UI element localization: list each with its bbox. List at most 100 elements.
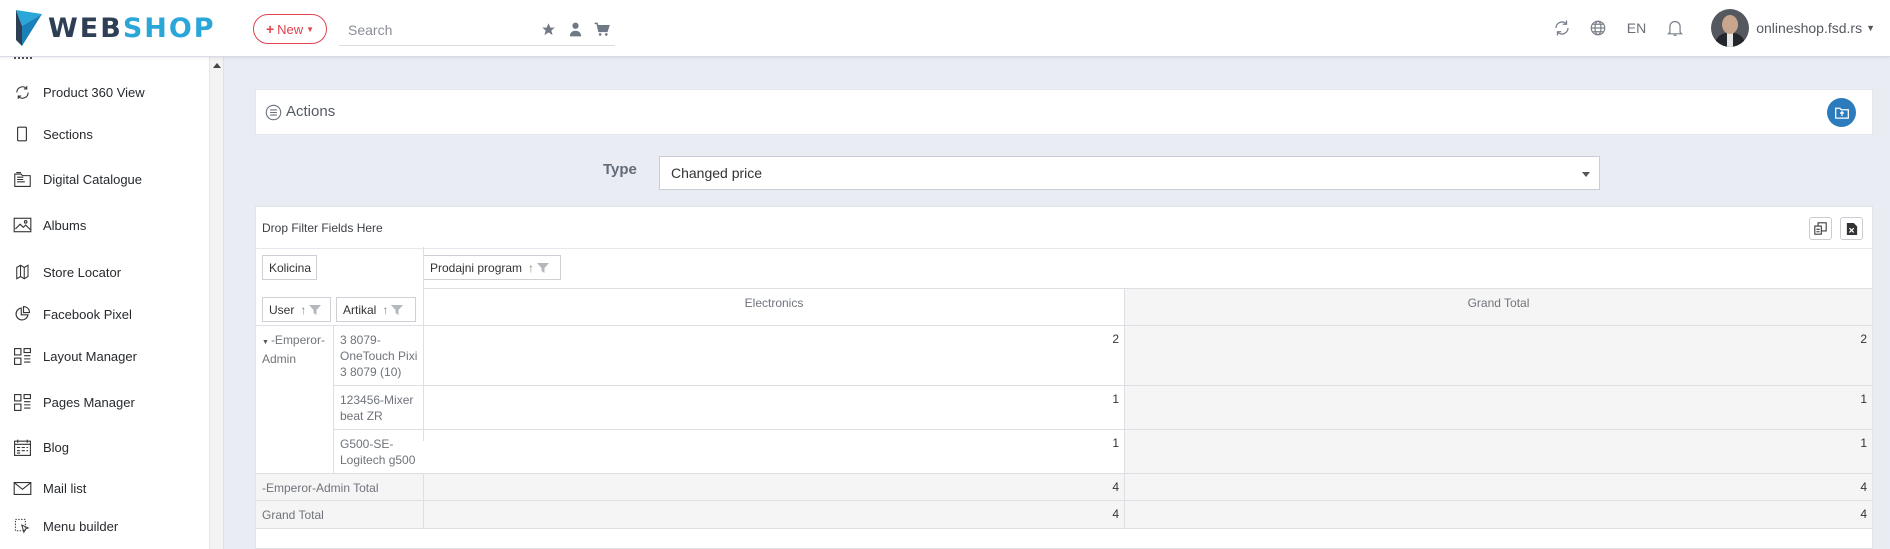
sidebar-item-store-locator[interactable]: Store Locator	[0, 260, 205, 284]
sidebar-item-digital-catalogue[interactable]: Digital Catalogue	[0, 167, 205, 191]
search-bar	[339, 14, 615, 46]
sidebar-item-label: Mail list	[43, 480, 87, 496]
sidebar-item-menu-builder[interactable]: Menu builder	[0, 514, 205, 538]
sidebar-item-mail-list[interactable]: Mail list	[0, 476, 205, 500]
column-header-electronics: Electronics	[744, 296, 804, 310]
field-chooser-button[interactable]	[1809, 217, 1832, 240]
row-group-label[interactable]: ▼ -Emperor-Admin	[256, 326, 334, 473]
sidebar: Product 360 View Sections Digital Catalo…	[0, 57, 224, 549]
webshop-logo[interactable]: WEBSHOP	[16, 10, 216, 46]
plus-icon: +	[265, 21, 275, 37]
new-button[interactable]: + New ▼	[253, 14, 327, 44]
field-chooser-icon	[1814, 222, 1827, 235]
layout-icon	[12, 346, 32, 366]
logo-text: WEBSHOP	[48, 12, 216, 44]
column-header-grand-total: Grand Total	[1124, 289, 1872, 325]
group-total-label: -Emperor-Admin Total	[256, 474, 423, 500]
table-row-artikal: 123456-Mixer beat ZR	[340, 393, 414, 423]
table-cell-electronics: 1	[1112, 392, 1119, 406]
rotate-icon	[12, 82, 32, 102]
filter-drop-area[interactable]: Drop Filter Fields Here	[256, 207, 1872, 249]
grand-total-total: 4	[1124, 501, 1872, 528]
header-right-tools: EN onlineshop.fsd.rs ▼	[1544, 0, 1890, 56]
language-selector[interactable]: EN	[1627, 20, 1646, 36]
filter-icon[interactable]	[537, 262, 550, 273]
map-pin-icon	[12, 262, 32, 282]
sidebar-item-label: Facebook Pixel	[43, 306, 132, 322]
avatar[interactable]	[1711, 9, 1750, 47]
table-row-artikal: 3 8079-OneTouch Pixi 3 8079 (10)	[340, 333, 418, 379]
image-icon	[12, 215, 32, 235]
export-excel-button[interactable]	[1840, 217, 1863, 240]
sort-arrow-icon[interactable]: ↑	[382, 303, 388, 317]
sidebar-item-albums[interactable]: Albums	[0, 213, 205, 237]
search-input[interactable]	[339, 21, 529, 38]
sidebar-item-label: Menu builder	[43, 518, 119, 534]
actions-panel-header: Actions	[255, 89, 1873, 135]
row-field-label: User	[269, 302, 295, 317]
sidebar-item-layout-manager[interactable]: Layout Manager	[0, 344, 205, 368]
bell-icon[interactable]	[1665, 18, 1685, 38]
data-field-chip[interactable]: Kolicina	[262, 255, 317, 280]
column-field-chip[interactable]: Prodajni program ↑	[423, 255, 561, 280]
sidebar-item-product-360-view[interactable]: Product 360 View	[0, 80, 205, 104]
sort-arrow-icon[interactable]: ↑	[300, 303, 306, 317]
table-cell-total: 1	[1124, 430, 1872, 473]
filter-icon[interactable]	[391, 304, 404, 315]
sidebar-scrollbar[interactable]	[209, 57, 223, 549]
sidebar-item-label: Pages Manager	[43, 394, 135, 410]
actions-title: Actions	[286, 103, 336, 120]
row-field-chip-artikal[interactable]: Artikal ↑	[336, 297, 416, 322]
sidebar-item-label: Digital Catalogue	[43, 171, 143, 187]
sidebar-item-label: Store Locator	[43, 264, 122, 280]
group-total-electronics: 4	[423, 474, 1124, 500]
table-row-artikal: G500-SE-Logitech g500	[340, 437, 416, 467]
sidebar-item-pages-manager[interactable]: Pages Manager	[0, 390, 205, 414]
group-total-total: 4	[1124, 474, 1872, 500]
mail-icon	[12, 478, 32, 498]
scroll-up-arrow-icon[interactable]	[213, 63, 221, 68]
star-icon[interactable]	[540, 22, 556, 38]
account-chevron-down-icon[interactable]: ▼	[1866, 23, 1875, 33]
top-header: WEBSHOP + New ▼ EN onlineshop.fsd.r	[0, 0, 1890, 57]
user-icon[interactable]	[567, 22, 583, 38]
list-circle-icon	[265, 104, 282, 121]
excel-file-icon	[1846, 222, 1857, 235]
table-cell-electronics: 1	[1112, 436, 1119, 450]
book-icon	[12, 169, 32, 189]
sidebar-item-label: Product 360 View	[43, 84, 145, 100]
table-cell-total: 1	[1124, 386, 1872, 429]
sidebar-item-sections[interactable]: Sections	[0, 122, 205, 146]
drop-filter-text: Drop Filter Fields Here	[262, 221, 383, 235]
sidebar-item-blog[interactable]: Blog	[0, 435, 205, 459]
pivot-grid: Drop Filter Fields Here Kolicina Prodajn…	[255, 206, 1873, 549]
pages-icon	[12, 392, 32, 412]
filter-icon[interactable]	[309, 304, 322, 315]
globe-icon[interactable]	[1588, 18, 1608, 38]
sidebar-item-label: Albums	[43, 217, 87, 233]
sidebar-item-facebook-pixel[interactable]: Facebook Pixel	[0, 302, 205, 326]
sort-arrow-icon[interactable]: ↑	[528, 261, 534, 275]
table-cell-total: 2	[1124, 326, 1872, 385]
folder-export-icon	[1834, 107, 1849, 119]
sidebar-item-label: Sections	[43, 126, 93, 142]
refresh-icon[interactable]	[1552, 18, 1572, 38]
sidebar-item-label: Blog	[43, 439, 70, 455]
chevron-down-icon: ▼	[306, 24, 315, 34]
row-group-text: -Emperor-Admin	[262, 333, 325, 366]
new-button-label: New	[277, 21, 304, 37]
row-field-chip-user[interactable]: User ↑	[262, 297, 331, 322]
table-bottom-line	[256, 528, 1872, 529]
data-field-label: Kolicina	[269, 260, 312, 275]
collapse-arrow-icon[interactable]: ▼	[262, 339, 269, 346]
table-cell-electronics: 2	[1112, 332, 1119, 346]
grand-total-electronics: 4	[423, 501, 1124, 528]
type-select[interactable]: Changed price	[659, 156, 1600, 190]
export-button[interactable]	[1827, 98, 1856, 127]
menu-builder-icon	[12, 516, 32, 536]
blog-icon	[12, 437, 32, 457]
pie-chart-icon	[12, 304, 32, 324]
account-name[interactable]: onlineshop.fsd.rs	[1756, 20, 1862, 36]
grand-total-label: Grand Total	[256, 501, 423, 528]
cart-icon[interactable]	[594, 22, 610, 38]
